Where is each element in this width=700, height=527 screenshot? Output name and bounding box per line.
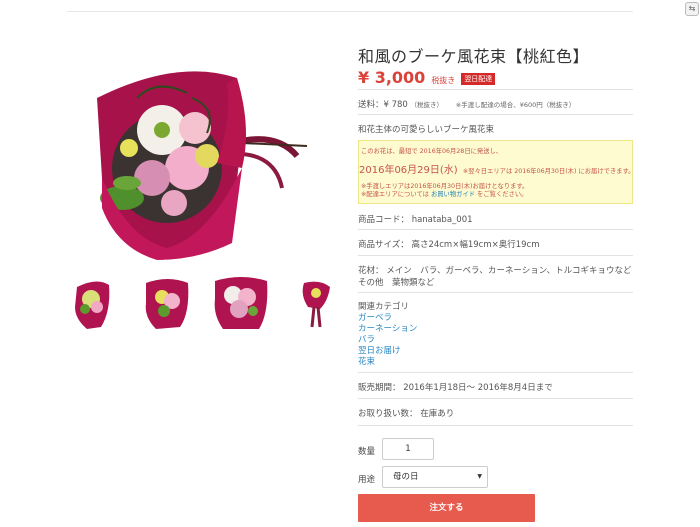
notice-guide-tail: をご覧ください。 <box>477 191 528 198</box>
next-day-badge: 翌日配達 <box>461 73 496 85</box>
material-line-2: その他 葉物類など <box>358 278 435 288</box>
thumbnail-1[interactable] <box>67 273 123 331</box>
top-divider <box>67 11 633 12</box>
shopping-guide-link[interactable]: お買い物ガイド <box>431 191 475 198</box>
shipping-tax: （税抜き） <box>410 101 444 109</box>
translate-icon[interactable]: ⇆ <box>685 2 699 16</box>
category-link-bouquet[interactable]: 花束 <box>358 355 375 367</box>
divider <box>358 398 633 399</box>
delivery-notice: このお花は、最短で 2016年06月28日に発送し、 2016年06月29日(水… <box>358 140 634 204</box>
shipping-fee: 送料：¥ 780 <box>358 100 408 110</box>
order-button[interactable]: 注文する <box>358 494 535 522</box>
notice-line-2: 2016年06月29日(水) ※翌々日エリアは 2016年06月30日(木) に… <box>359 161 634 176</box>
notice-area-date: 2016年06月30日(木) <box>514 168 577 175</box>
thumbnail-4[interactable] <box>286 273 342 331</box>
thumbnail-strip <box>67 273 342 331</box>
product-size: 商品サイズ： 高さ24cm×幅19cm×奥行19cm <box>358 240 540 250</box>
product-title: 和風のブーケ風花束【桃紅色】 <box>358 47 590 66</box>
stock-status: お取り扱い数： 在庫あり <box>358 409 455 419</box>
divider <box>358 372 633 373</box>
thumbnail-2[interactable] <box>140 273 196 331</box>
chevron-down-icon: ▼ <box>477 473 482 480</box>
material-line-1: 花材： メイン バラ、ガーベラ、カーネーション、トルコギキョウなど <box>358 266 632 276</box>
divider <box>358 89 633 90</box>
notice-area-tail: にお届けできます。 <box>578 168 635 175</box>
purpose-select[interactable]: 母の日 ▼ <box>382 466 488 488</box>
notice-area-text: ※翌々日エリアは <box>462 168 513 175</box>
divider <box>358 292 633 293</box>
quantity-label: 数量 <box>358 447 376 457</box>
shipping-line: 送料：¥ 780 （税抜き） ※手渡し配達の場合、¥600円（税抜き） <box>358 98 575 110</box>
divider <box>358 255 633 256</box>
product-description: 和花主体の可愛らしいブーケ風花束 <box>358 125 495 135</box>
delivery-date: 2016年06月29日(水) <box>359 165 458 176</box>
notice-line-1: このお花は、最短で 2016年06月28日に発送し、 <box>361 148 503 155</box>
product-code: 商品コード： hanataba_001 <box>358 215 473 225</box>
product-price: ¥ 3,000 <box>358 68 426 87</box>
main-product-image <box>67 38 342 260</box>
divider <box>358 425 633 426</box>
quantity-input[interactable]: 1 <box>382 438 434 460</box>
sales-period: 販売期間： 2016年1月18日～ 2016年8月4日まで <box>358 383 553 393</box>
purpose-label: 用途 <box>358 475 376 485</box>
notice-line-4: ※配達エリアについては お買い物ガイド をご覧ください。 <box>361 189 527 198</box>
thumbnail-3[interactable] <box>213 273 269 331</box>
shipping-note: ※手渡し配達の場合、¥600円（税抜き） <box>455 101 576 109</box>
tax-note: 税抜き <box>431 76 456 85</box>
price-line: ¥ 3,000 税抜き 翌日配達 <box>358 68 496 87</box>
notice-guide-text: ※配達エリアについては <box>361 191 429 198</box>
divider <box>358 229 633 230</box>
purpose-selected-value: 母の日 <box>393 472 419 482</box>
divider <box>358 114 633 115</box>
